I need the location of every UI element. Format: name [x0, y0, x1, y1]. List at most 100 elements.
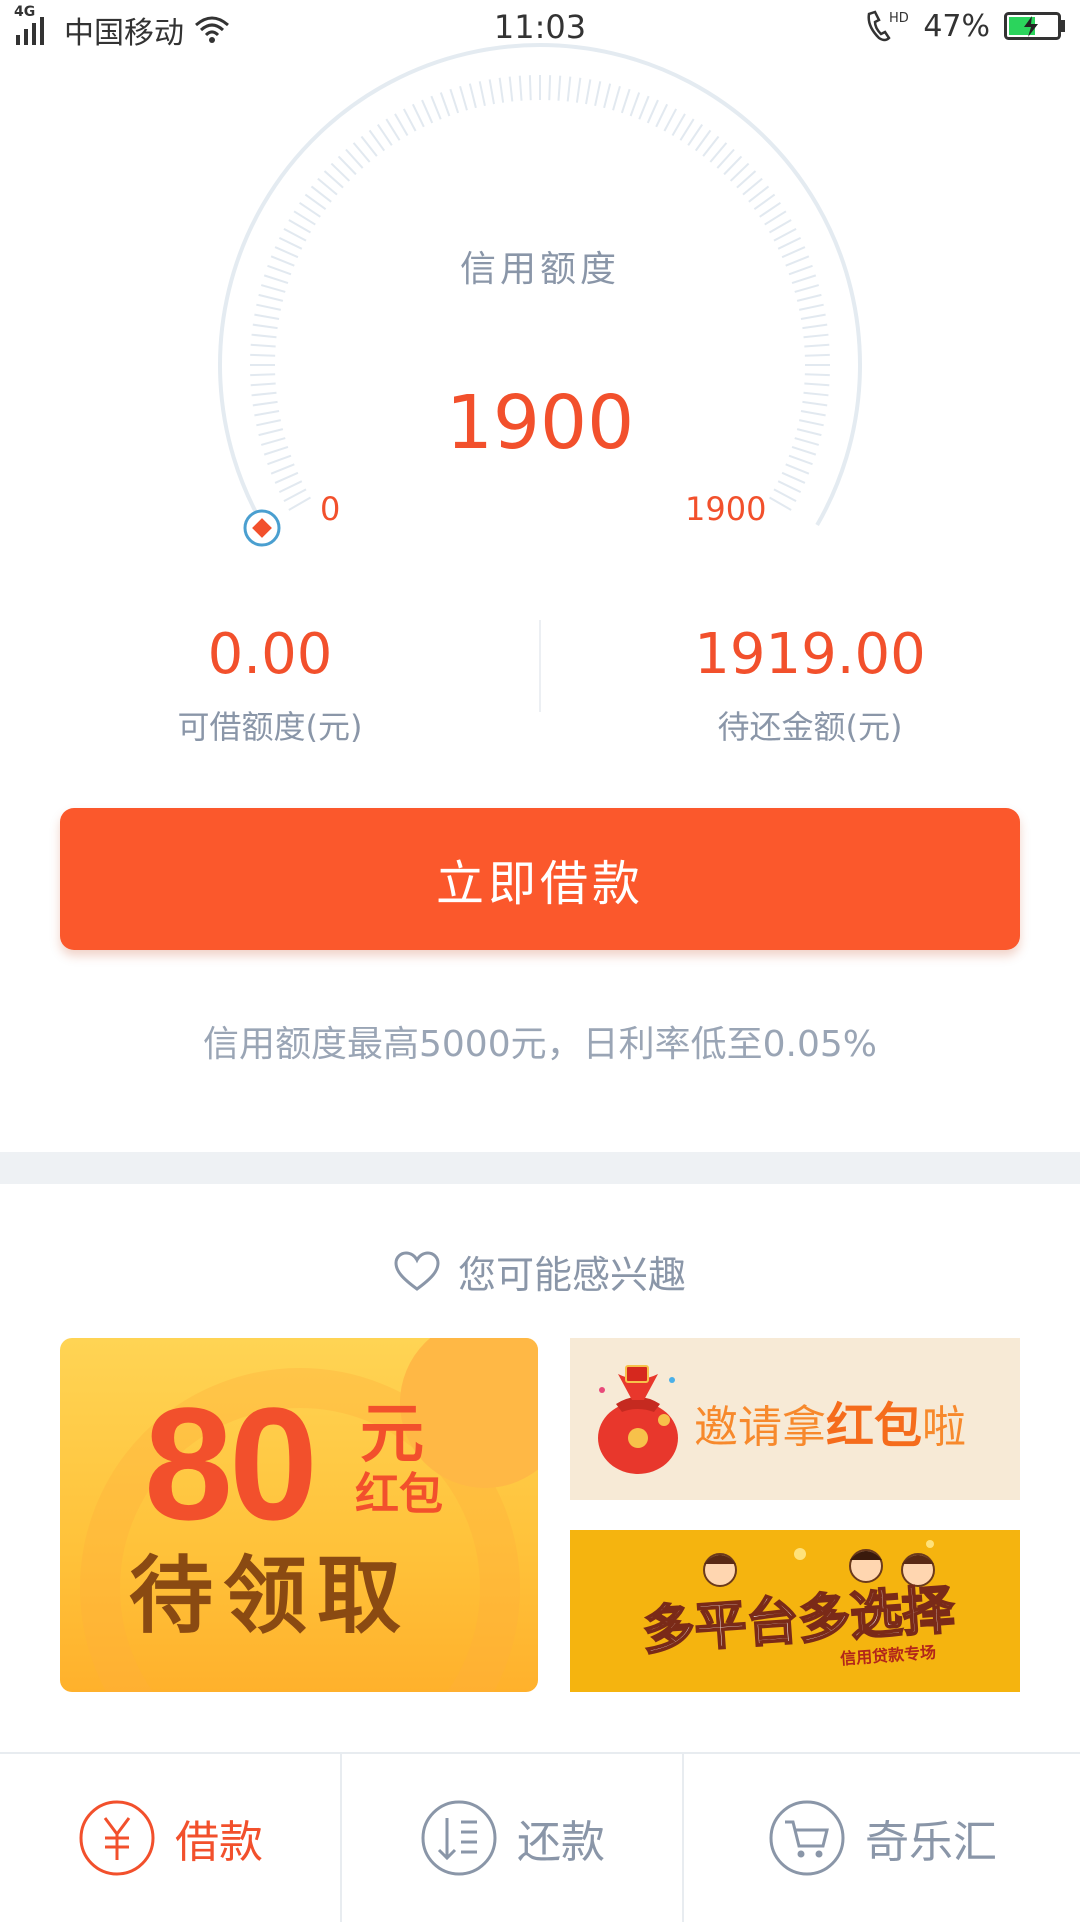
gauge-tick: [638, 95, 650, 120]
gauge-tick: [360, 135, 378, 157]
hd-call-icon: HD: [867, 10, 909, 42]
amount-due-label: 待还金额(元): [717, 708, 903, 746]
gauge-tick: [796, 293, 822, 302]
gauge-tick: [742, 177, 763, 196]
gauge-tick: [804, 343, 830, 348]
amount-due-value: 1919.00: [694, 622, 926, 687]
gauge-dial: [218, 43, 862, 547]
gauge-tick: [768, 219, 792, 234]
gauge-tick: [548, 75, 552, 101]
banner-red-packet-label: 红包: [355, 1469, 443, 1520]
gauge-tick: [768, 496, 792, 511]
nav-label-qilehui: 奇乐汇: [865, 1817, 997, 1868]
gauge-tick: [800, 313, 826, 320]
gauge-tick: [368, 129, 386, 152]
interest-title-text: 您可能感兴趣: [457, 1253, 686, 1297]
amount-due-stat: 1919.00 待还金额(元): [540, 620, 1080, 748]
gauge-tick: [459, 85, 468, 111]
banner-unit: 元: [360, 1398, 424, 1472]
multi-platform-banner[interactable]: 多平台多选择 信用贷款专场: [570, 1530, 1020, 1692]
invite-banner-text: 邀请拿红包啦: [694, 1386, 966, 1456]
gauge-tick: [575, 77, 582, 103]
gauge-tick: [687, 124, 703, 146]
gauge-tick: [402, 108, 417, 132]
repay-list-icon: [421, 1800, 497, 1876]
battery-percent: 47%: [923, 8, 990, 44]
nav-label-borrow: 借款: [175, 1817, 263, 1868]
nav-item-qilehui[interactable]: 奇乐汇: [684, 1754, 1080, 1922]
gauge-tick: [799, 303, 824, 311]
gauge-tick: [612, 85, 621, 111]
gauge-tick: [759, 202, 781, 218]
nav-item-borrow[interactable]: 借款: [0, 1754, 340, 1922]
battery-charging-icon: [1004, 12, 1065, 40]
gauge-tick: [709, 142, 728, 163]
available-credit-label: 可借额度(元): [177, 708, 363, 746]
yen-circle-icon: [79, 1800, 155, 1876]
gauge-tick: [508, 76, 514, 102]
gauge-tick: [250, 373, 276, 377]
available-credit-stat: 0.00 可借额度(元): [0, 620, 540, 748]
gauge-tick: [663, 108, 678, 132]
banner-claim-label: 待领取: [128, 1547, 411, 1645]
gauge-tick: [804, 353, 830, 357]
gauge-tick: [293, 210, 316, 226]
gauge-tick: [777, 480, 802, 494]
gauge-tick: [773, 488, 797, 503]
invite-text-highlight: 红包: [826, 1398, 923, 1454]
gauge-tick: [250, 353, 276, 357]
gauge-indicator: [243, 509, 281, 547]
invite-text-suffix: 啦: [922, 1402, 967, 1453]
invite-red-packet-banner[interactable]: 邀请拿红包啦: [570, 1338, 1020, 1500]
gauge-credit-value: 1900: [445, 380, 635, 466]
gauge-tick: [518, 75, 523, 101]
gauge-tick: [803, 333, 829, 339]
gauge-tick: [655, 103, 669, 128]
status-right: HD 47%: [863, 8, 1066, 44]
nav-item-repay[interactable]: 还款: [342, 1754, 682, 1922]
gauge-tick: [498, 77, 505, 103]
nav-label-repay: 还款: [517, 1817, 605, 1868]
gauge-tick: [377, 124, 393, 146]
cart-icon: [769, 1800, 845, 1876]
heart-icon: [394, 1250, 440, 1291]
gauge-tick: [528, 75, 532, 101]
gauge-tick: [256, 303, 281, 311]
gauge-title: 信用额度: [459, 249, 620, 290]
hd-label: HD: [889, 11, 909, 26]
gauge-tick: [671, 113, 686, 137]
section-divider: [0, 1152, 1080, 1184]
gauge-tick: [274, 471, 299, 484]
gauge-tick: [557, 75, 562, 101]
bottom-nav: 借款 还款 奇乐汇: [0, 1752, 1080, 1922]
gauge-tick: [394, 113, 409, 137]
invite-text-prefix: 邀请拿: [694, 1402, 826, 1453]
interest-section-title: 您可能感兴趣: [0, 1244, 1080, 1299]
gauge-tick: [702, 135, 720, 157]
gauge-tick: [478, 81, 486, 106]
gauge-tick: [802, 323, 828, 330]
gauge-tick: [773, 227, 797, 242]
gauge-tick: [352, 142, 371, 163]
gauge-tick: [694, 129, 712, 152]
gauge-tick: [421, 99, 434, 124]
gauge-tick: [439, 92, 451, 117]
gauge-tick: [411, 103, 425, 128]
gauge-tick: [620, 88, 631, 114]
gauge-tick: [804, 373, 830, 377]
gauge-tick: [254, 313, 280, 320]
gauge-max-label: 1900: [685, 490, 767, 528]
gauge-tick: [603, 83, 612, 109]
borrow-now-button[interactable]: 立即借款: [60, 808, 1020, 950]
gauge-tick: [468, 83, 477, 109]
gauge-tick: [385, 118, 401, 141]
gauge-tick: [748, 185, 770, 203]
lucky-bag-icon: [598, 1365, 678, 1474]
gauge-tick: [753, 193, 776, 211]
gauge-tick: [585, 79, 592, 105]
red-packet-80-banner[interactable]: 80 元 红包 待领取: [60, 1338, 538, 1692]
gauge-tick: [288, 496, 312, 511]
gauge-tick: [283, 488, 307, 503]
gauge-tick: [304, 193, 327, 211]
gauge-tick: [566, 76, 572, 102]
